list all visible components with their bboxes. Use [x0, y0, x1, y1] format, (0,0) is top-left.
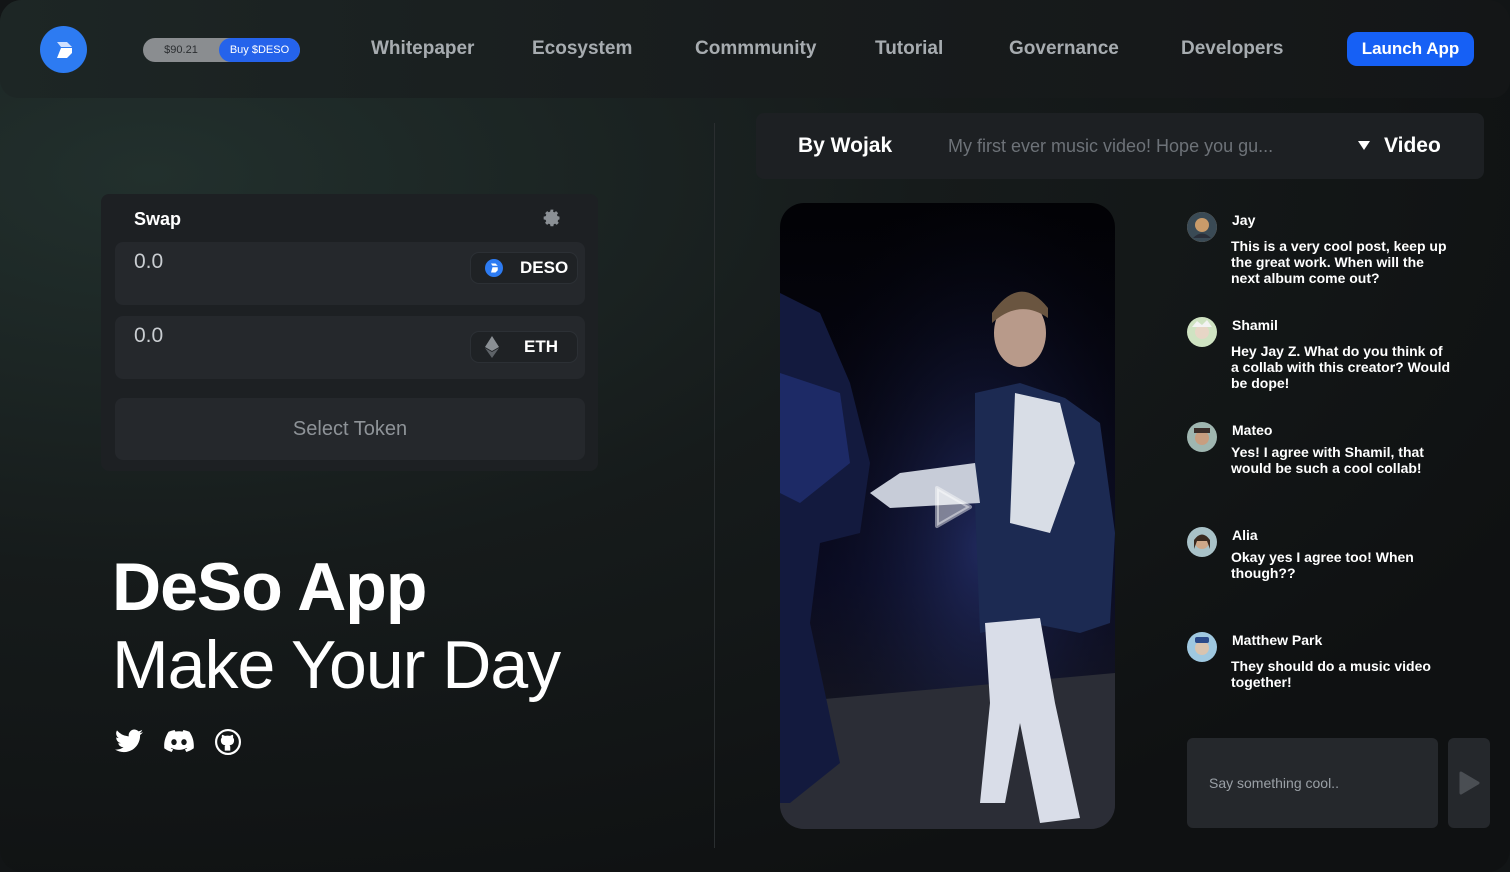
comment-author[interactable]: Mateo — [1232, 422, 1272, 438]
nav-developers[interactable]: Developers — [1181, 38, 1283, 60]
nav-tutorial[interactable]: Tutorial — [875, 38, 943, 60]
post-author[interactable]: By Wojak — [798, 134, 892, 158]
vertical-divider — [714, 123, 715, 848]
to-token-label: ETH — [524, 337, 558, 356]
play-icon[interactable] — [933, 485, 973, 529]
avatar[interactable] — [1187, 527, 1217, 557]
launch-app-button[interactable]: Launch App — [1347, 32, 1474, 66]
comment-text: They should do a music video together! — [1231, 658, 1431, 690]
caret-down-icon — [1358, 141, 1370, 150]
hero-subtitle: Make Your Day — [112, 627, 561, 703]
buy-deso-button[interactable]: Buy $DESO — [219, 38, 300, 62]
post-caption: My first ever music video! Hope you gu..… — [948, 136, 1274, 156]
avatar[interactable] — [1187, 422, 1217, 452]
top-nav: $90.21 Buy $DESO Whitepaper Ecosystem Co… — [0, 0, 1510, 98]
page: $90.21 Buy $DESO Whitepaper Ecosystem Co… — [0, 0, 1510, 872]
swap-from-amount[interactable]: 0.0 — [134, 250, 163, 274]
comment-text: Hey Jay Z. What do you think of a collab… — [1231, 343, 1451, 391]
discord-icon[interactable] — [164, 729, 194, 755]
github-icon[interactable] — [215, 729, 243, 755]
comment-input-box — [1187, 738, 1438, 828]
comment-text: This is a very cool post, keep up the gr… — [1231, 238, 1447, 286]
hero-title: DeSo App — [112, 549, 427, 625]
post-header: By Wojak My first ever music video! Hope… — [756, 113, 1484, 179]
swap-title: Swap — [134, 209, 182, 229]
comment-author[interactable]: Shamil — [1232, 317, 1278, 333]
comment-author[interactable]: Matthew Park — [1232, 632, 1322, 648]
post-type-label: Video — [1384, 134, 1441, 157]
deso-logo-icon[interactable] — [40, 26, 87, 73]
nav-governance[interactable]: Governance — [1009, 38, 1119, 60]
swap-widget: Swap 0.0 DESO 0.0 ETH Select Token — [101, 194, 598, 471]
avatar[interactable] — [1187, 317, 1217, 347]
select-token-button[interactable]: Select Token — [115, 398, 585, 460]
deso-price: $90.21 — [164, 44, 198, 56]
avatar[interactable] — [1187, 212, 1217, 242]
to-token-selector[interactable]: ETH — [470, 331, 578, 363]
deso-token-icon — [485, 259, 503, 277]
swap-to-amount[interactable]: 0.0 — [134, 324, 163, 348]
send-button[interactable] — [1448, 738, 1490, 828]
comment-text: Okay yes I agree too! When though?? — [1231, 549, 1414, 581]
comment-author[interactable]: Jay — [1232, 212, 1255, 228]
twitter-icon[interactable] — [115, 729, 143, 755]
comment-input[interactable] — [1187, 738, 1438, 828]
nav-ecosystem[interactable]: Ecosystem — [532, 38, 632, 60]
gear-icon[interactable] — [542, 208, 562, 228]
video-player[interactable] — [780, 203, 1115, 829]
deso-price-pill[interactable]: $90.21 Buy $DESO — [143, 38, 300, 62]
eth-token-icon — [485, 336, 499, 358]
post-type-dropdown[interactable]: Video — [1358, 134, 1441, 158]
send-icon — [1459, 771, 1480, 795]
nav-whitepaper[interactable]: Whitepaper — [371, 38, 474, 60]
comment-text: Yes! I agree with Shamil, that would be … — [1231, 444, 1424, 476]
swap-to-field[interactable]: 0.0 ETH — [115, 316, 585, 379]
from-token-selector[interactable]: DESO — [470, 252, 578, 284]
nav-community[interactable]: Commmunity — [695, 38, 816, 60]
comment-author[interactable]: Alia — [1232, 527, 1258, 543]
swap-from-field[interactable]: 0.0 DESO — [115, 242, 585, 305]
avatar[interactable] — [1187, 632, 1217, 662]
from-token-label: DESO — [520, 258, 569, 277]
